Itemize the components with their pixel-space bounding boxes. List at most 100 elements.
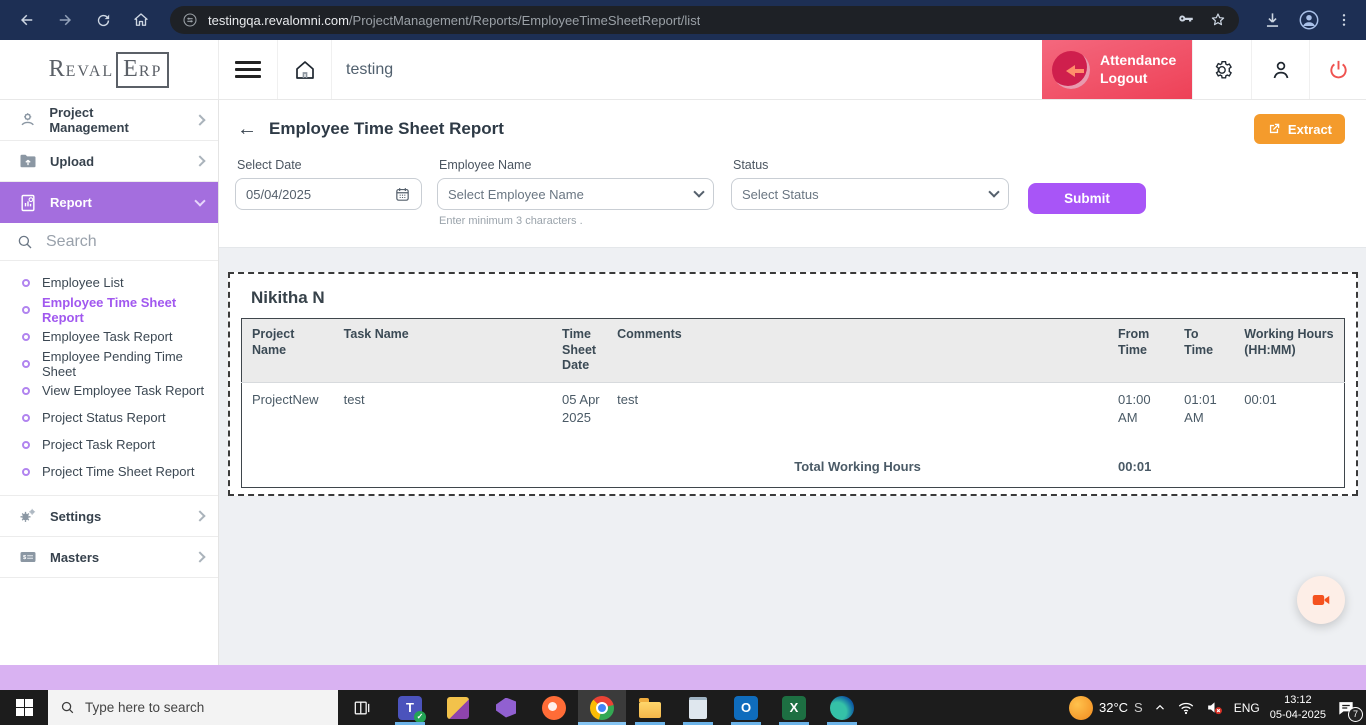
task-view-button[interactable]	[338, 690, 386, 725]
wifi-icon[interactable]	[1177, 699, 1195, 717]
app-home-button[interactable]	[278, 40, 332, 99]
back-arrow-icon[interactable]: ←	[237, 119, 257, 139]
browser-back-button[interactable]	[10, 3, 44, 37]
chevron-right-icon	[194, 155, 205, 166]
menu-toggle-button[interactable]	[219, 40, 278, 99]
total-working-hours-value: 00:01	[1108, 454, 1174, 487]
sidebar-item-settings[interactable]: Settings	[0, 496, 218, 537]
chevron-right-icon	[195, 114, 206, 125]
status-label: Status	[733, 158, 1009, 172]
extract-button[interactable]: Extract	[1254, 114, 1345, 144]
col-time-sheet-date: Time Sheet Date	[552, 319, 607, 383]
extract-label: Extract	[1288, 122, 1332, 137]
browser-menu-icon[interactable]	[1336, 12, 1352, 28]
cell-comments: test	[607, 382, 1108, 454]
sidebar-search[interactable]: Search	[0, 223, 218, 261]
system-tray: 32°C S ENG 13:12 05-04-2025 7	[1069, 690, 1366, 725]
col-working-hours: Working Hours (HH:MM)	[1234, 319, 1344, 383]
report-area: Nikitha N Project Name Task Name Time Sh…	[219, 248, 1366, 665]
url-text[interactable]: testingqa.revalomni.com/ProjectManagemen…	[208, 13, 700, 28]
taskbar-app-chrome[interactable]	[578, 690, 626, 725]
clock-date: 05-04-2025	[1270, 708, 1326, 723]
submenu-item-view-employee-task-report[interactable]: View Employee Task Report	[0, 377, 218, 404]
address-bar[interactable]: testingqa.revalomni.com/ProjectManagemen…	[170, 6, 1239, 34]
submenu-item-project-task-report[interactable]: Project Task Report	[0, 431, 218, 458]
browser-home-button[interactable]	[124, 3, 158, 37]
notification-count-badge: 7	[1348, 707, 1363, 722]
calendar-icon[interactable]	[394, 186, 411, 203]
excel-icon: X	[782, 696, 806, 720]
tray-expand-icon[interactable]	[1153, 701, 1167, 715]
sidebar-item-report[interactable]: Report	[0, 182, 218, 223]
status-field: Status Select Status	[731, 158, 1009, 210]
sidebar-item-label: Masters	[50, 550, 99, 565]
employee-name-hint: Enter minimum 3 characters .	[439, 215, 714, 227]
sidebar-item-project-management[interactable]: Project Management	[0, 100, 218, 141]
power-logout-button[interactable]	[1310, 40, 1366, 99]
password-key-icon[interactable]	[1177, 11, 1195, 29]
taskbar-search-box[interactable]: Type here to search	[48, 690, 338, 725]
employee-name-heading: Nikitha N	[251, 288, 1345, 308]
browser-forward-button[interactable]	[48, 3, 82, 37]
taskbar-app-outlook[interactable]: O	[722, 690, 770, 725]
upload-icon	[18, 151, 38, 171]
sidebar-search-placeholder: Search	[46, 233, 97, 251]
download-icon[interactable]	[1263, 11, 1282, 30]
date-input[interactable]	[246, 187, 394, 202]
date-input-box[interactable]	[235, 178, 422, 210]
submenu-item-project-time-sheet-report[interactable]: Project Time Sheet Report	[0, 458, 218, 485]
edge-icon	[830, 696, 854, 720]
weather-widget[interactable]: 32°C S	[1069, 696, 1143, 720]
logo-reval: REVAL	[49, 56, 115, 83]
sidebar-item-upload[interactable]: Upload	[0, 141, 218, 182]
browser-reload-button[interactable]	[86, 3, 120, 37]
action-center-button[interactable]: 7	[1336, 698, 1356, 718]
submenu-item-employee-pending-time-sheet[interactable]: Employee Pending Time Sheet	[0, 350, 218, 377]
taskbar-app-excel[interactable]: X	[770, 690, 818, 725]
url-path: /ProjectManagement/Reports/EmployeeTimeS…	[349, 13, 700, 28]
status-select[interactable]: Select Status	[731, 178, 1009, 210]
employee-name-select[interactable]: Select Employee Name	[437, 178, 714, 210]
timesheet-table: Project Name Task Name Time Sheet Date C…	[241, 318, 1345, 488]
notepad-icon	[689, 697, 707, 719]
taskbar-app-sql-tools[interactable]	[434, 690, 482, 725]
taskbar-app-file-explorer[interactable]	[626, 690, 674, 725]
taskbar-clock[interactable]: 13:12 05-04-2025	[1270, 693, 1326, 723]
attendance-logout-button[interactable]: Attendance Logout	[1042, 40, 1192, 99]
submenu-item-employee-time-sheet-report[interactable]: Employee Time Sheet Report	[0, 296, 218, 323]
windows-logo-icon	[16, 699, 33, 716]
cell-from-time: 01:00 AM	[1108, 382, 1174, 454]
submenu-item-employee-list[interactable]: Employee List	[0, 269, 218, 296]
report-icon	[18, 193, 38, 213]
gear-icon	[1210, 58, 1234, 82]
url-host: testingqa.revalomni.com	[208, 13, 349, 28]
settings-gear-button[interactable]	[1192, 40, 1252, 99]
taskbar-app-notepad[interactable]	[674, 690, 722, 725]
window-edge-strip	[0, 665, 1366, 690]
taskbar-app-edge[interactable]	[818, 690, 866, 725]
date-field: Select Date	[235, 158, 422, 210]
language-indicator[interactable]: ENG	[1234, 701, 1260, 715]
user-profile-button[interactable]	[1252, 40, 1310, 99]
volume-muted-icon[interactable]	[1205, 698, 1224, 717]
screen-record-button[interactable]	[1297, 576, 1345, 624]
date-label: Select Date	[237, 158, 422, 172]
taskbar-app-postman[interactable]	[530, 690, 578, 725]
sidebar-item-masters[interactable]: $ Masters	[0, 537, 218, 578]
site-info-icon[interactable]	[182, 12, 198, 28]
taskbar-app-teams[interactable]: T✓	[386, 690, 434, 725]
submenu-item-project-status-report[interactable]: Project Status Report	[0, 404, 218, 431]
cell-working-hours: 00:01	[1234, 382, 1344, 454]
submit-button[interactable]: Submit	[1028, 183, 1146, 214]
submenu-item-employee-task-report[interactable]: Employee Task Report	[0, 323, 218, 350]
search-icon	[16, 233, 34, 251]
chevron-right-icon	[194, 551, 205, 562]
clock-time: 13:12	[1270, 693, 1326, 708]
chevron-down-icon	[988, 186, 999, 197]
temperature: 32°C	[1099, 700, 1128, 715]
bookmark-star-icon[interactable]	[1209, 11, 1227, 29]
logo-container: REVAL ERP	[0, 40, 219, 99]
start-button[interactable]	[0, 690, 48, 725]
profile-icon[interactable]	[1298, 9, 1320, 31]
taskbar-app-visual-studio[interactable]	[482, 690, 530, 725]
